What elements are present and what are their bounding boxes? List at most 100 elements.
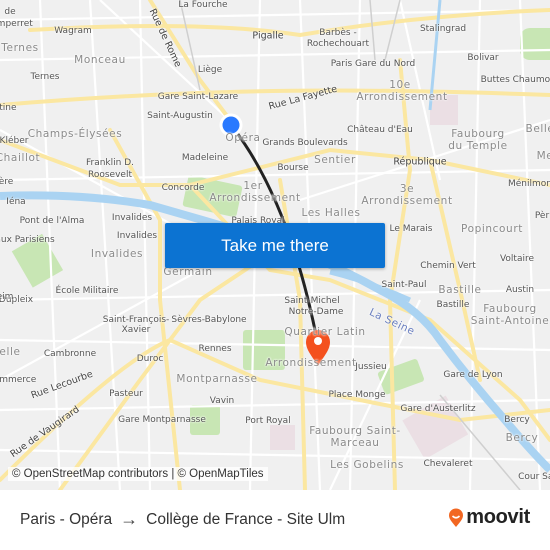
map-label: Saint-François- [102,315,170,325]
map-label: Les Gobelins [330,459,404,471]
map-label: Duroc [136,354,164,364]
map-label: aux Parisiens [0,235,55,245]
map-label: Quartier Latin [284,326,366,338]
block [270,425,295,450]
map-label: Saint-Augustin [147,111,213,121]
map-label: de [4,7,16,17]
map-label: Kléber [0,136,29,146]
map-label: Port Royal [245,416,291,426]
map-label: Bourse [277,163,309,173]
map-label: Arrondissement [209,192,301,204]
destination-name: Collège de France - Site Ulm [146,510,346,528]
map-label: Iéna [6,197,26,207]
footer-bar: Paris - Opéra → Collège de France - Site… [0,490,550,550]
map-label: La Fourche [178,0,228,10]
moovit-logo[interactable]: moovit [448,506,530,529]
map-label: Invalides [90,248,144,260]
map-label: Liège [197,65,223,75]
take-me-there-button[interactable]: Take me there [165,223,385,268]
map-label: Paris Gare du Nord [330,59,416,69]
map-label: Grands Boulevards [262,138,348,148]
map-label: Faubourg [483,303,537,315]
map-label: École Militaire [55,286,119,296]
origin-name: Paris - Opéra [20,510,113,528]
map-label: Place Monge [328,390,386,400]
map-label: Arrondissement [356,91,448,103]
map-label: ntine [0,103,17,113]
map-label: Gare d'Austerlitz [400,404,476,414]
map-label: Ménilmon [508,179,550,189]
map-label: Saint-Antoine [470,315,550,327]
map-label: Bastille [436,300,470,310]
map-label: Bercy [504,415,530,425]
map-label: Faubourg [451,128,505,140]
map-label: Madeleine [181,153,229,163]
map-attribution[interactable]: © OpenStreetMap contributors | © OpenMap… [8,467,268,481]
moovit-pin-icon [449,508,464,527]
map-label: Bercy [505,432,539,444]
map-label: amperret [0,19,33,29]
map-label: Stalingrad [419,24,467,34]
map-label: Rochechouart [306,39,370,49]
map-label: Pont de l'Alma [19,216,85,226]
map-label: Gare de Lyon [443,370,503,380]
map-label: République [393,156,447,168]
map-label: Saint-Paul [381,280,427,290]
map-label: Vavin [209,396,235,406]
map-label: Ternes [30,72,60,82]
map-label: elle [0,346,21,358]
map-label: Roosevelt [88,170,132,180]
map-label: Gare Montparnasse [118,415,206,425]
moovit-wordmark: moovit [466,506,530,528]
map-label: Pigalle [252,30,284,42]
map-label: Wagram [54,26,92,36]
map[interactable]: La Fourche Pigalle Barbès - Rochechouart Sta… [0,0,550,490]
map-label: Barbès - [319,28,357,38]
map-label: Sentier [314,154,356,166]
map-label: Me [536,150,550,162]
map-label: Austin [505,285,535,295]
map-label: Saint-Michel [284,296,340,306]
map-label: Belle [525,123,550,135]
map-label: Château d'Eau [347,125,413,135]
arrow-right-icon: → [120,509,139,529]
map-label: Notre-Dame [288,307,344,317]
map-label: 3e [399,183,415,195]
route-summary: Paris - Opéra → Collège de France - Site… [20,509,345,530]
map-label: Opéra [225,132,261,144]
map-label: Bolivar [467,53,499,63]
map-label: Rennes [198,344,232,354]
map-label: Chaillot [0,152,41,164]
map-label: Le Marais [389,224,433,234]
map-label: ère [0,177,14,187]
map-label: Champs-Élysées [27,128,123,140]
map-label: Bastille [438,284,482,296]
map-label: Invalides [116,231,158,241]
map-label: Xavier [121,325,151,335]
map-label: Monceau [74,54,126,66]
map-label: Invalides [111,213,153,223]
map-label: Concorde [161,183,205,193]
map-label: Arrondissement [265,357,357,369]
park-buttes-chaumont [520,28,550,60]
map-label: 10e [389,79,411,91]
map-label: Ternes [1,42,39,54]
map-label: Cambronne [43,349,97,359]
map-label: Voltaire [499,254,535,264]
map-label: Gare Saint-Lazare [157,92,239,102]
map-label: Chemin Vert [420,261,476,271]
map-label: Cour Sai [518,472,550,482]
map-label: Faubourg Saint- [309,425,401,437]
map-label: Jussieu [355,362,387,372]
map-label: Popincourt [461,223,523,235]
map-label: Franklin D. [85,158,135,168]
map-label: 1er [243,180,263,192]
map-label: ommerce [0,375,37,385]
map-label: Pasteur [109,389,143,399]
map-label: Marceau [330,437,380,449]
map-label: eim [0,292,14,302]
map-label: du Temple [448,140,508,152]
map-label: Montparnasse [176,373,258,385]
map-label: Pèr [534,211,550,221]
map-label: Sèvres-Babylone [171,315,247,325]
